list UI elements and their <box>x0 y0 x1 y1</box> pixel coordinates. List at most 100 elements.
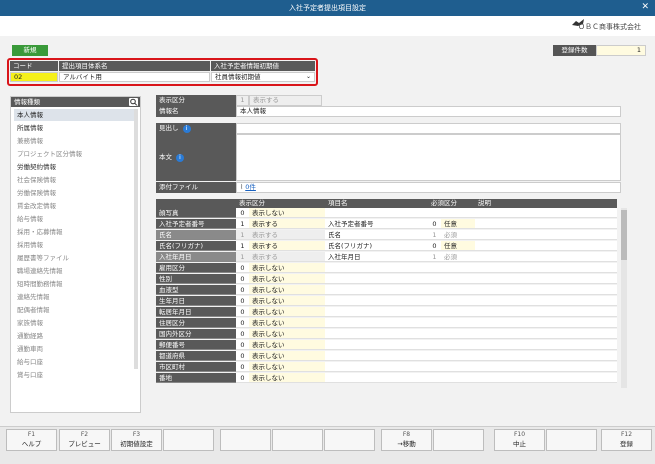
description-cell[interactable] <box>475 252 617 262</box>
display-code-cell[interactable]: 0 <box>236 274 249 284</box>
info-type-item[interactable]: 所属情報 <box>14 122 136 134</box>
required-code-cell[interactable]: 1 <box>428 252 441 262</box>
fkey-button[interactable] <box>324 429 375 451</box>
grid-row[interactable]: 住居区分 0 表示しない <box>156 318 617 328</box>
required-code-cell[interactable]: 1 <box>428 230 441 240</box>
display-code-cell[interactable]: 0 <box>236 329 249 339</box>
required-code-cell[interactable] <box>428 274 441 284</box>
info-type-item[interactable]: 兼務情報 <box>14 135 136 147</box>
description-cell[interactable] <box>475 351 617 361</box>
fkey-button[interactable] <box>163 429 214 451</box>
display-code-cell[interactable]: 0 <box>236 263 249 273</box>
grid-row[interactable]: 国内外区分 0 表示しない <box>156 329 617 339</box>
description-cell[interactable] <box>475 208 617 218</box>
fkey-button[interactable]: F8 →移動 <box>381 429 432 451</box>
display-code-cell[interactable]: 0 <box>236 340 249 350</box>
initial-value-select[interactable]: 社員情報初期値 ⌄ <box>211 72 315 82</box>
item-name-cell[interactable] <box>325 274 428 284</box>
required-code-cell[interactable] <box>428 362 441 372</box>
required-code-cell[interactable] <box>428 340 441 350</box>
item-name-cell[interactable] <box>325 208 428 218</box>
new-button[interactable]: 新規 <box>12 45 48 56</box>
grid-row[interactable]: 転居年月日 0 表示しない <box>156 307 617 317</box>
info-type-item[interactable]: 短時間勤務情報 <box>14 278 136 290</box>
description-cell[interactable] <box>475 219 617 229</box>
item-name-cell[interactable] <box>325 362 428 372</box>
fkey-button[interactable] <box>272 429 323 451</box>
display-code-cell[interactable]: 0 <box>236 285 249 295</box>
grid-row[interactable]: 市区町村 0 表示しない <box>156 362 617 372</box>
info-name-field[interactable]: 本人情報 <box>236 106 621 117</box>
grid-row[interactable]: 氏名 1 表示する 氏名 1 必須 <box>156 230 617 240</box>
grid-row[interactable]: 顔写真 0 表示しない <box>156 208 617 218</box>
info-type-item[interactable]: 労働保険情報 <box>14 187 136 199</box>
display-code-cell[interactable]: 0 <box>236 296 249 306</box>
fkey-button[interactable]: F3 初期値設定 <box>111 429 162 451</box>
grid-row[interactable]: 氏名(フリガナ) 1 表示する 氏名(フリガナ) 0 任意 <box>156 241 617 251</box>
required-code-cell[interactable] <box>428 263 441 273</box>
info-type-item[interactable]: 本人情報 <box>14 109 136 121</box>
fkey-button[interactable] <box>546 429 597 451</box>
item-name-cell[interactable] <box>325 351 428 361</box>
fkey-button[interactable] <box>433 429 484 451</box>
info-type-item[interactable]: 採用情報 <box>14 239 136 251</box>
body-field[interactable] <box>236 134 621 181</box>
description-cell[interactable] <box>475 329 617 339</box>
description-cell[interactable] <box>475 296 617 306</box>
grid-row[interactable]: 生年月日 0 表示しない <box>156 296 617 306</box>
required-code-cell[interactable] <box>428 318 441 328</box>
info-type-item[interactable]: 給与口座 <box>14 356 136 368</box>
info-type-item[interactable]: 職場連絡先情報 <box>14 265 136 277</box>
grid-row[interactable]: 入社年月日 1 表示する 入社年月日 1 必須 <box>156 252 617 262</box>
required-code-cell[interactable] <box>428 307 441 317</box>
grid-row[interactable]: 番地 0 表示しない <box>156 373 617 383</box>
fkey-button[interactable] <box>220 429 271 451</box>
search-icon[interactable] <box>129 98 138 106</box>
attach-count-link[interactable]: 0件 <box>245 183 256 191</box>
display-code-cell[interactable]: 0 <box>236 373 249 383</box>
display-code-cell[interactable]: 0 <box>236 318 249 328</box>
grid-scroll-thumb[interactable] <box>621 210 627 260</box>
item-name-cell[interactable]: 氏名 <box>325 230 428 240</box>
item-name-cell[interactable] <box>325 307 428 317</box>
required-code-cell[interactable] <box>428 208 441 218</box>
grid-row[interactable]: 都道府県 0 表示しない <box>156 351 617 361</box>
info-type-item[interactable]: 賞与口座 <box>14 369 136 381</box>
required-code-cell[interactable] <box>428 285 441 295</box>
description-cell[interactable] <box>475 274 617 284</box>
required-code-cell[interactable]: 0 <box>428 241 441 251</box>
required-code-cell[interactable] <box>428 373 441 383</box>
item-name-cell[interactable] <box>325 340 428 350</box>
description-cell[interactable] <box>475 318 617 328</box>
display-code-cell[interactable]: 0 <box>236 362 249 372</box>
description-cell[interactable] <box>475 307 617 317</box>
info-icon[interactable]: i <box>176 154 184 162</box>
display-code-cell[interactable]: 1 <box>236 219 249 229</box>
heading-field[interactable] <box>236 123 621 134</box>
required-code-cell[interactable]: 0 <box>428 219 441 229</box>
info-type-item[interactable]: 通勤車両 <box>14 343 136 355</box>
description-cell[interactable] <box>475 285 617 295</box>
grid-row[interactable]: 雇用区分 0 表示しない <box>156 263 617 273</box>
description-cell[interactable] <box>475 230 617 240</box>
required-code-cell[interactable] <box>428 296 441 306</box>
left-scrollbar[interactable] <box>134 109 138 369</box>
required-code-cell[interactable] <box>428 329 441 339</box>
system-name-field[interactable]: アルバイト用 <box>59 72 210 82</box>
display-code-cell[interactable]: 1 <box>236 241 249 251</box>
fkey-button[interactable]: F10 中止 <box>494 429 545 451</box>
info-type-item[interactable]: 労働契約情報 <box>14 161 136 173</box>
description-cell[interactable] <box>475 263 617 273</box>
item-name-cell[interactable] <box>325 373 428 383</box>
item-name-cell[interactable] <box>325 318 428 328</box>
description-cell[interactable] <box>475 362 617 372</box>
description-cell[interactable] <box>475 241 617 251</box>
description-cell[interactable] <box>475 340 617 350</box>
display-code-cell[interactable]: 0 <box>236 307 249 317</box>
item-name-cell[interactable] <box>325 285 428 295</box>
description-cell[interactable] <box>475 373 617 383</box>
info-type-item[interactable]: 家族情報 <box>14 317 136 329</box>
info-type-item[interactable]: 通勤経路 <box>14 330 136 342</box>
close-icon[interactable]: ✕ <box>641 2 649 12</box>
info-icon[interactable]: i <box>182 125 191 133</box>
